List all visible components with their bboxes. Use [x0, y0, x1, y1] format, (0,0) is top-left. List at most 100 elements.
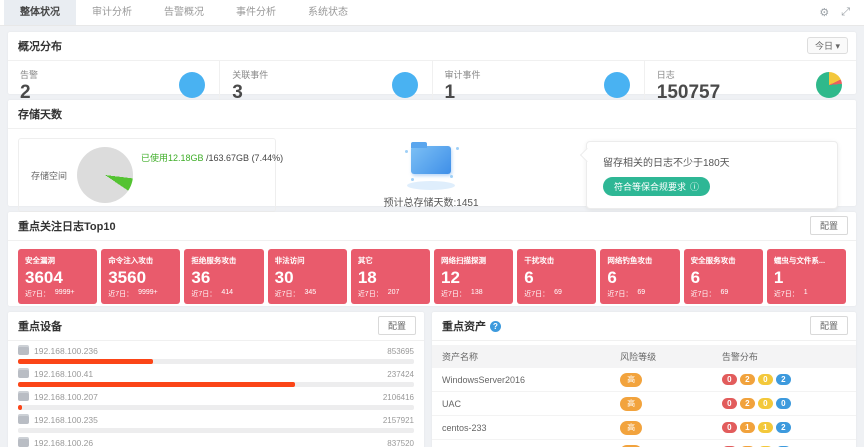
device-icon: [18, 439, 29, 447]
expand-icon[interactable]: ⤢: [841, 6, 850, 19]
device-ip: 192.168.100.207: [34, 392, 383, 402]
device-count: 2157921: [383, 416, 414, 425]
log-card-title: 网络钓鱼攻击: [607, 255, 672, 266]
storage-space-label: 存储空间: [31, 169, 67, 182]
devices-title: 重点设备: [8, 312, 424, 341]
risk-badge: 高: [620, 373, 642, 387]
storage-used-text: 已使用12.18GB: [141, 153, 204, 163]
retention-note: 留存相关的日志不少于180天: [603, 154, 821, 169]
assets-title: 重点资产: [442, 318, 486, 334]
tab-overall-status[interactable]: 整体状况: [4, 0, 76, 25]
top10-config-button[interactable]: 配置: [810, 216, 848, 235]
tab-event-analysis[interactable]: 事件分析: [220, 0, 292, 25]
log-card-value: 6: [691, 268, 756, 288]
recent-value: 1: [804, 289, 808, 299]
risk-badge: 高: [620, 397, 642, 411]
folder-illustration: [401, 142, 461, 190]
device-count: 2106416: [383, 393, 414, 402]
col-risk-level: 风险等级: [610, 345, 712, 368]
critical-count-badge: 0: [722, 422, 737, 433]
device-bar-fill: [18, 359, 153, 364]
alert-distribution: 0 2 0 2: [722, 374, 846, 385]
recent-label: 近7日：: [191, 289, 216, 299]
stat-label: 关联事件: [232, 68, 268, 81]
log-card[interactable]: 命令注入攻击 3560 近7日：9999+: [101, 249, 180, 304]
compliance-badge-button[interactable]: 符合等保合规要求 ⓘ: [603, 177, 710, 196]
tab-audit-analysis[interactable]: 审计分析: [76, 0, 148, 25]
date-range-dropdown[interactable]: 今日 ▾: [807, 37, 848, 54]
log-card-value: 1: [774, 268, 839, 288]
log-card-title: 安全漏洞: [25, 255, 90, 266]
asset-row[interactable]: centos-233 高 0 1 1 2: [432, 416, 856, 440]
low-count-badge: 0: [776, 398, 791, 409]
recent-value: 207: [388, 289, 400, 299]
top10-title: 重点关注日志Top10: [8, 212, 856, 241]
recent-value: 345: [305, 289, 317, 299]
assets-table: 资产名称 风险等级 告警分布 WindowsServer2016 高 0 2 0…: [432, 345, 856, 447]
recent-label: 近7日：: [524, 289, 549, 299]
storage-section: 存储天数 存储空间 已使用12.18GB /163.67GB (7.44%): [8, 100, 856, 206]
log-card-title: 蠕虫与文件系...: [774, 255, 839, 266]
asset-row[interactable]: WindowsServer2016 高 0 2 0 2: [432, 368, 856, 392]
recent-label: 近7日：: [108, 289, 133, 299]
log-card-value: 6: [607, 268, 672, 288]
log-card[interactable]: 其它 18 近7日：207: [351, 249, 430, 304]
log-card-title: 命令注入攻击: [108, 255, 173, 266]
gear-icon[interactable]: ⚙: [819, 6, 829, 19]
device-icon: [18, 393, 29, 401]
device-row[interactable]: 192.168.100.235 2157921: [18, 415, 414, 433]
device-count: 237424: [387, 370, 414, 379]
top10-section: 重点关注日志Top10 配置 安全漏洞 3604 近7日：9999+ 命令注入攻…: [8, 212, 856, 306]
recent-value: 69: [721, 289, 729, 299]
high-count-badge: 2: [740, 374, 755, 385]
overview-section: 概况分布 今日 ▾ 告警 2 关联事件 3 审计事: [8, 32, 856, 94]
compliance-bubble: 留存相关的日志不少于180天 符合等保合规要求 ⓘ: [586, 141, 838, 209]
asset-row[interactable]: UAC 高 0 2 0 0: [432, 392, 856, 416]
medium-count-badge: 0: [758, 398, 773, 409]
storage-title: 存储天数: [8, 100, 856, 129]
stat-label: 日志: [657, 68, 720, 81]
device-bar-fill: [18, 382, 295, 387]
device-row[interactable]: 192.168.100.207 2106416: [18, 392, 414, 410]
info-icon: ⓘ: [690, 180, 699, 193]
storage-usage-text: 已使用12.18GB /163.67GB (7.44%): [141, 151, 283, 164]
date-range-label: 今日: [815, 41, 833, 51]
event-donut-icon: [392, 72, 418, 98]
log-card-title: 拒绝服务攻击: [191, 255, 256, 266]
log-card[interactable]: 网络扫描探测 12 近7日：138: [434, 249, 513, 304]
log-card-value: 30: [275, 268, 340, 288]
tab-system-status[interactable]: 系统状态: [292, 0, 364, 25]
assets-config-button[interactable]: 配置: [810, 316, 848, 335]
help-icon[interactable]: ?: [490, 321, 501, 332]
storage-total-text: /163.67GB (7.44%): [204, 153, 284, 163]
devices-config-button[interactable]: 配置: [378, 316, 416, 335]
device-row[interactable]: 192.168.100.41 237424: [18, 369, 414, 387]
log-card-title: 非法访问: [275, 255, 340, 266]
log-card[interactable]: 干扰攻击 6 近7日：69: [517, 249, 596, 304]
device-row[interactable]: 192.168.100.236 853695: [18, 346, 414, 364]
log-card[interactable]: 安全漏洞 3604 近7日：9999+: [18, 249, 97, 304]
high-count-badge: 1: [740, 422, 755, 433]
log-card[interactable]: 非法访问 30 近7日：345: [268, 249, 347, 304]
device-row[interactable]: 192.168.100.26 837520: [18, 438, 414, 447]
log-card[interactable]: 拒绝服务攻击 36 近7日：414: [184, 249, 263, 304]
chevron-down-icon: ▾: [835, 41, 840, 51]
recent-value: 414: [221, 289, 233, 299]
log-card[interactable]: 安全服务攻击 6 近7日：69: [684, 249, 763, 304]
log-card[interactable]: 蠕虫与文件系... 1 近7日：1: [767, 249, 846, 304]
asset-name: WindowsServer2016: [432, 368, 610, 392]
tab-alert-overview[interactable]: 告警概况: [148, 0, 220, 25]
recent-label: 近7日：: [358, 289, 383, 299]
log-card[interactable]: 网络钓鱼攻击 6 近7日：69: [600, 249, 679, 304]
alert-distribution: 0 1 1 2: [722, 422, 846, 433]
storage-pie-chart: [77, 147, 133, 203]
asset-name: centos-233: [432, 416, 610, 440]
high-count-badge: 2: [740, 398, 755, 409]
log-card-value: 6: [524, 268, 589, 288]
asset-row[interactable]: Windows7 高 0 1 0 2: [432, 440, 856, 447]
log-card-title: 其它: [358, 255, 423, 266]
device-icon: [18, 416, 29, 424]
critical-count-badge: 0: [722, 398, 737, 409]
alert-distribution: 0 2 0 0: [722, 398, 846, 409]
stat-label: 审计事件: [445, 68, 481, 81]
